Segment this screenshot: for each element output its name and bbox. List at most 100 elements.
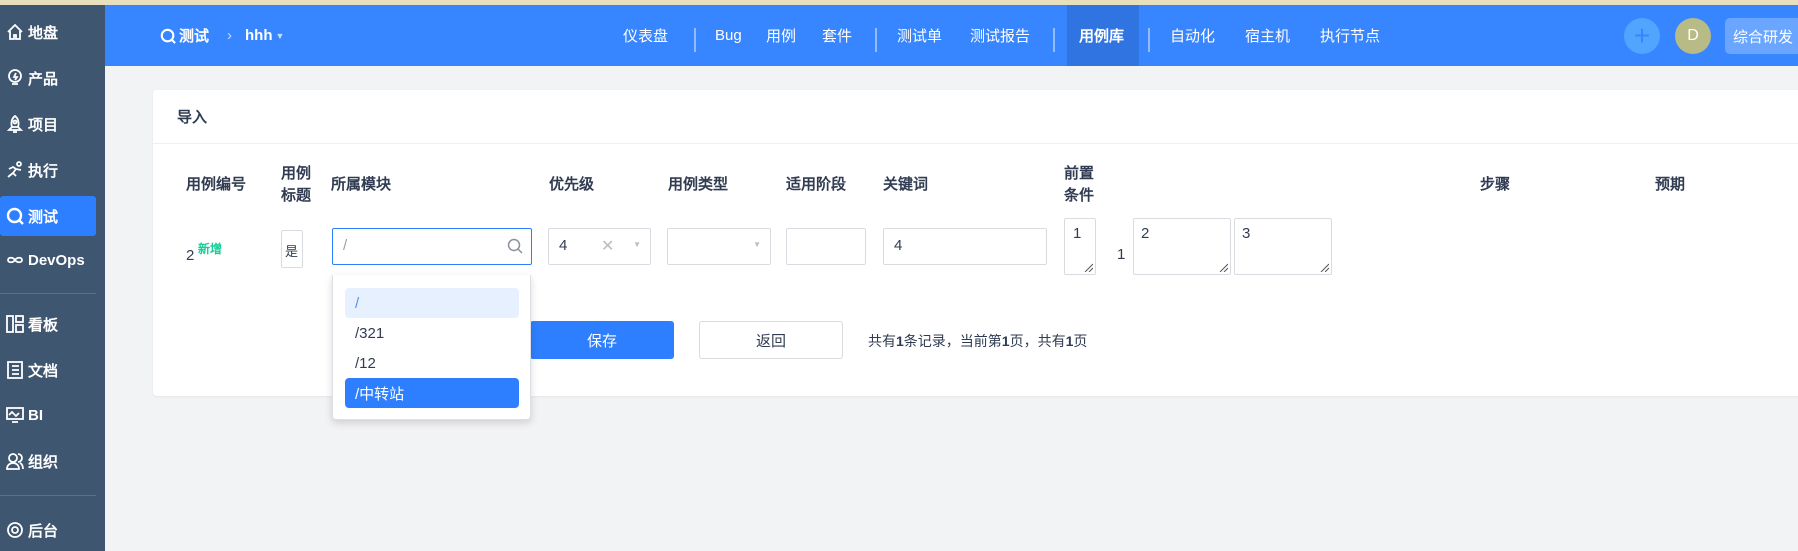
sidebar-item-test[interactable]: 测试 <box>0 196 96 236</box>
module-search-input[interactable]: / <box>332 228 532 265</box>
top-navbar: 测试 › hhh ▼ 仪表盘 Bug 用例 套件 测试单 测试报告 用例库 自动化… <box>105 5 1798 66</box>
header-module: 所属模块 <box>331 176 392 193</box>
sidebar-item-devops[interactable]: DevOps <box>0 240 96 280</box>
module-option[interactable]: /12 <box>345 348 519 378</box>
nav-automation[interactable]: 自动化 <box>1170 5 1215 66</box>
sidebar-label: 执行 <box>28 162 59 180</box>
resize-handle-icon[interactable] <box>1320 263 1329 272</box>
sidebar-item-project[interactable]: 项目 <box>0 104 96 144</box>
nav-testtask[interactable]: 测试单 <box>897 5 942 66</box>
sidebar-label: 看板 <box>28 316 59 334</box>
sidebar-item-doc[interactable]: 文档 <box>0 350 96 390</box>
module-option[interactable]: /321 <box>345 318 519 348</box>
resize-handle-icon[interactable] <box>1084 263 1093 272</box>
module-option[interactable]: / <box>345 288 519 318</box>
user-avatar[interactable]: D <box>1675 18 1711 54</box>
bulb-icon <box>8 69 22 85</box>
sidebar-item-admin[interactable]: 后台 <box>0 510 96 550</box>
run-icon <box>7 161 22 178</box>
expect-value: 3 <box>1242 225 1251 242</box>
nav-testreport[interactable]: 测试报告 <box>970 5 1030 66</box>
sidebar-label: 后台 <box>28 522 59 540</box>
expect-textarea[interactable]: 3 <box>1234 218 1332 275</box>
sidebar-label: 文档 <box>28 362 59 380</box>
sidebar-label: DevOps <box>28 251 85 269</box>
module-option[interactable]: /中转站 <box>345 378 519 408</box>
nav-divider <box>694 28 696 52</box>
nav-exec-node[interactable]: 执行节点 <box>1320 5 1380 66</box>
sidebar-item-product[interactable]: 产品 <box>0 58 96 98</box>
header-case-id: 用例编号 <box>186 176 247 193</box>
nav-suite[interactable]: 套件 <box>822 5 852 66</box>
sidebar-item-dashboard[interactable]: 地盘 <box>0 12 96 52</box>
module-dropdown: / /321 /12 /中转站 <box>332 275 531 420</box>
nav-divider <box>1148 28 1150 52</box>
header-stage: 适用阶段 <box>786 176 847 193</box>
home-icon <box>7 23 23 40</box>
header-case-title-2: 标题 <box>281 187 312 204</box>
pager-page: 1 <box>1001 333 1010 349</box>
clear-icon[interactable]: ✕ <box>601 236 614 256</box>
case-type-select[interactable]: ▼ <box>667 228 771 265</box>
save-button[interactable]: 保存 <box>530 321 674 359</box>
keywords-input[interactable]: 4 <box>883 228 1047 265</box>
pagination-summary: 共有1条记录，当前第1页，共有1页 <box>868 331 1087 351</box>
caret-down-icon: ▼ <box>753 240 761 249</box>
monitor-icon <box>6 407 24 423</box>
priority-select[interactable]: 4 ✕ ▼ <box>548 228 651 265</box>
pager-total: 1 <box>896 333 904 349</box>
gear-icon <box>7 522 23 538</box>
sidebar-divider <box>0 495 96 496</box>
sidebar-label: 项目 <box>28 116 59 134</box>
search-icon <box>507 238 523 254</box>
nav-case[interactable]: 用例 <box>766 5 796 66</box>
nav-bug[interactable]: Bug <box>715 5 742 66</box>
card-title: 导入 <box>177 109 208 126</box>
pager-text: 页 <box>1073 333 1088 349</box>
pager-text: 页，共有 <box>1009 333 1066 349</box>
product-name: hhh <box>245 27 273 44</box>
sidebar-item-org[interactable]: 组织 <box>0 441 96 481</box>
rocket-icon <box>6 115 24 133</box>
precondition-value: 1 <box>1073 225 1082 242</box>
header-precondition-1: 前置 <box>1064 165 1095 182</box>
case-id: 2 <box>186 247 195 264</box>
sidebar-label: 组织 <box>28 453 59 471</box>
step-textarea[interactable]: 2 <box>1133 218 1231 275</box>
priority-value: 4 <box>559 237 568 254</box>
back-button[interactable]: 返回 <box>699 321 843 359</box>
header-priority: 优先级 <box>549 176 595 193</box>
header-precondition-2: 条件 <box>1064 187 1095 204</box>
caret-down-icon: ▼ <box>275 30 285 41</box>
resize-handle-icon[interactable] <box>1219 263 1228 272</box>
nav-host[interactable]: 宿主机 <box>1245 5 1290 66</box>
sidebar-item-bi[interactable]: BI <box>0 395 96 435</box>
pager-text: 共有 <box>868 333 896 349</box>
nav-divider <box>1053 28 1055 52</box>
nav-divider <box>875 28 877 52</box>
header-steps: 步骤 <box>1480 176 1511 193</box>
kanban-icon <box>6 315 24 333</box>
step-number: 1 <box>1117 246 1126 263</box>
precondition-textarea[interactable]: 1 <box>1064 218 1096 275</box>
sidebar-label: 地盘 <box>28 24 59 42</box>
module-name: 测试 <box>179 28 210 45</box>
test-search-icon <box>160 28 176 44</box>
module-breadcrumb[interactable]: 测试 <box>160 5 209 66</box>
nav-caselib[interactable]: 用例库 <box>1067 5 1139 66</box>
case-title-input[interactable]: 是 <box>281 230 303 268</box>
sidebar-item-kanban[interactable]: 看板 <box>0 304 96 344</box>
sidebar-item-execution[interactable]: 执行 <box>0 150 96 190</box>
caret-down-icon: ▼ <box>633 240 641 249</box>
card-divider <box>153 143 1798 144</box>
nav-dashboard[interactable]: 仪表盘 <box>623 5 668 66</box>
workspace-switcher[interactable]: 综合研发 <box>1725 18 1798 54</box>
create-plus-icon[interactable]: + <box>1624 18 1660 54</box>
header-expect: 预期 <box>1655 176 1686 193</box>
pager-text: 条记录，当前第 <box>903 333 1002 349</box>
breadcrumb-chevron-icon: › <box>227 27 232 44</box>
product-switcher[interactable]: hhh ▼ <box>245 5 284 66</box>
sidebar-divider <box>0 293 96 294</box>
stage-select[interactable] <box>786 228 866 265</box>
doc-icon <box>7 361 23 379</box>
